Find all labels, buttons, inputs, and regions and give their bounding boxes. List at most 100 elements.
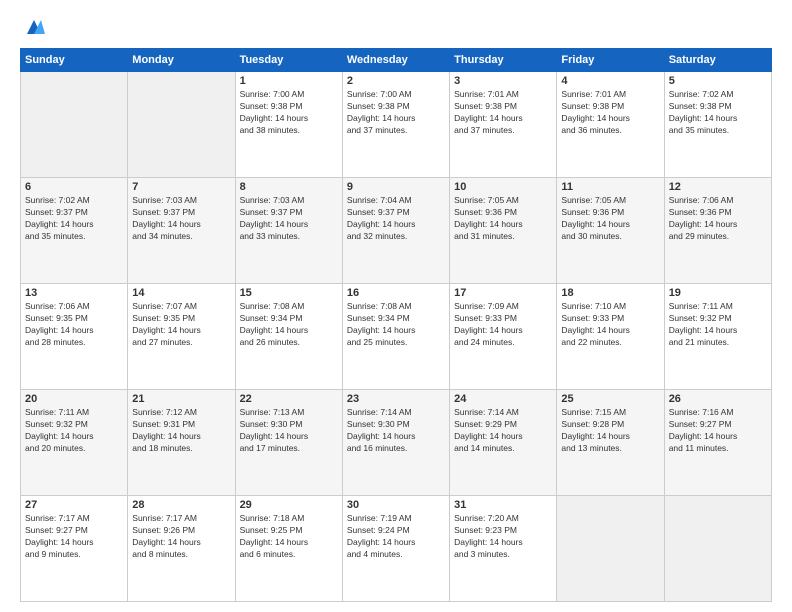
calendar-day-cell: 18 Sunrise: 7:10 AMSunset: 9:33 PMDayligh… xyxy=(557,284,664,390)
calendar-header-row: SundayMondayTuesdayWednesdayThursdayFrid… xyxy=(21,49,772,72)
day-number: 21 xyxy=(132,393,230,405)
day-number: 11 xyxy=(561,181,659,193)
header xyxy=(20,16,772,38)
calendar-day-cell: 12 Sunrise: 7:06 AMSunset: 9:36 PMDayligh… xyxy=(664,178,771,284)
day-info: Sunrise: 7:05 AMSunset: 9:36 PMDaylight:… xyxy=(561,195,659,243)
day-info: Sunrise: 7:04 AMSunset: 9:37 PMDaylight:… xyxy=(347,195,445,243)
day-info: Sunrise: 7:03 AMSunset: 9:37 PMDaylight:… xyxy=(132,195,230,243)
calendar-header-sunday: Sunday xyxy=(21,49,128,72)
day-info: Sunrise: 7:10 AMSunset: 9:33 PMDaylight:… xyxy=(561,301,659,349)
day-number: 7 xyxy=(132,181,230,193)
day-info: Sunrise: 7:11 AMSunset: 9:32 PMDaylight:… xyxy=(669,301,767,349)
calendar-day-cell: 7 Sunrise: 7:03 AMSunset: 9:37 PMDaylight… xyxy=(128,178,235,284)
calendar-week-row: 1 Sunrise: 7:00 AMSunset: 9:38 PMDaylight… xyxy=(21,72,772,178)
day-number: 18 xyxy=(561,287,659,299)
day-info: Sunrise: 7:17 AMSunset: 9:26 PMDaylight:… xyxy=(132,513,230,561)
calendar-day-cell: 14 Sunrise: 7:07 AMSunset: 9:35 PMDayligh… xyxy=(128,284,235,390)
day-info: Sunrise: 7:17 AMSunset: 9:27 PMDaylight:… xyxy=(25,513,123,561)
logo-icon xyxy=(23,16,45,38)
calendar-day-cell xyxy=(557,496,664,602)
calendar-day-cell: 15 Sunrise: 7:08 AMSunset: 9:34 PMDayligh… xyxy=(235,284,342,390)
calendar-day-cell xyxy=(21,72,128,178)
day-number: 26 xyxy=(669,393,767,405)
calendar-day-cell xyxy=(664,496,771,602)
day-info: Sunrise: 7:06 AMSunset: 9:36 PMDaylight:… xyxy=(669,195,767,243)
page: SundayMondayTuesdayWednesdayThursdayFrid… xyxy=(0,0,792,612)
day-number: 28 xyxy=(132,499,230,511)
calendar-day-cell: 5Sunrise: 7:02 AMSunset: 9:38 PMDaylight… xyxy=(664,72,771,178)
calendar-day-cell: 9 Sunrise: 7:04 AMSunset: 9:37 PMDaylight… xyxy=(342,178,449,284)
day-number: 15 xyxy=(240,287,338,299)
day-info: Sunrise: 7:08 AMSunset: 9:34 PMDaylight:… xyxy=(347,301,445,349)
calendar-day-cell: 21 Sunrise: 7:12 AMSunset: 9:31 PMDayligh… xyxy=(128,390,235,496)
calendar-day-cell: 31 Sunrise: 7:20 AMSunset: 9:23 PMDayligh… xyxy=(450,496,557,602)
day-number: 8 xyxy=(240,181,338,193)
calendar-day-cell: 28 Sunrise: 7:17 AMSunset: 9:26 PMDayligh… xyxy=(128,496,235,602)
day-info: Sunrise: 7:11 AMSunset: 9:32 PMDaylight:… xyxy=(25,407,123,455)
calendar-day-cell xyxy=(128,72,235,178)
day-info: Sunrise: 7:16 AMSunset: 9:27 PMDaylight:… xyxy=(669,407,767,455)
calendar-week-row: 27 Sunrise: 7:17 AMSunset: 9:27 PMDayligh… xyxy=(21,496,772,602)
calendar-day-cell: 4 Sunrise: 7:01 AMSunset: 9:38 PMDaylight… xyxy=(557,72,664,178)
day-number: 6 xyxy=(25,181,123,193)
day-number: 2 xyxy=(347,75,445,87)
day-info: Sunrise: 7:19 AMSunset: 9:24 PMDaylight:… xyxy=(347,513,445,561)
day-number: 17 xyxy=(454,287,552,299)
day-number: 3 xyxy=(454,75,552,87)
day-info: Sunrise: 7:08 AMSunset: 9:34 PMDaylight:… xyxy=(240,301,338,349)
calendar-day-cell: 24 Sunrise: 7:14 AMSunset: 9:29 PMDayligh… xyxy=(450,390,557,496)
calendar-day-cell: 11 Sunrise: 7:05 AMSunset: 9:36 PMDayligh… xyxy=(557,178,664,284)
day-info: Sunrise: 7:02 AMSunset: 9:37 PMDaylight:… xyxy=(25,195,123,243)
calendar-day-cell: 17Sunrise: 7:09 AMSunset: 9:33 PMDayligh… xyxy=(450,284,557,390)
calendar: SundayMondayTuesdayWednesdayThursdayFrid… xyxy=(20,48,772,602)
calendar-header-saturday: Saturday xyxy=(664,49,771,72)
calendar-day-cell: 25 Sunrise: 7:15 AMSunset: 9:28 PMDayligh… xyxy=(557,390,664,496)
day-number: 20 xyxy=(25,393,123,405)
day-number: 27 xyxy=(25,499,123,511)
day-number: 24 xyxy=(454,393,552,405)
calendar-day-cell: 16 Sunrise: 7:08 AMSunset: 9:34 PMDayligh… xyxy=(342,284,449,390)
calendar-day-cell: 10 Sunrise: 7:05 AMSunset: 9:36 PMDayligh… xyxy=(450,178,557,284)
day-info: Sunrise: 7:07 AMSunset: 9:35 PMDaylight:… xyxy=(132,301,230,349)
calendar-header-thursday: Thursday xyxy=(450,49,557,72)
day-info: Sunrise: 7:06 AMSunset: 9:35 PMDaylight:… xyxy=(25,301,123,349)
day-number: 1 xyxy=(240,75,338,87)
day-number: 25 xyxy=(561,393,659,405)
day-number: 5 xyxy=(669,75,767,87)
calendar-day-cell: 23 Sunrise: 7:14 AMSunset: 9:30 PMDayligh… xyxy=(342,390,449,496)
day-info: Sunrise: 7:05 AMSunset: 9:36 PMDaylight:… xyxy=(454,195,552,243)
day-info: Sunrise: 7:03 AMSunset: 9:37 PMDaylight:… xyxy=(240,195,338,243)
day-info: Sunrise: 7:20 AMSunset: 9:23 PMDaylight:… xyxy=(454,513,552,561)
calendar-week-row: 13 Sunrise: 7:06 AMSunset: 9:35 PMDayligh… xyxy=(21,284,772,390)
calendar-day-cell: 27 Sunrise: 7:17 AMSunset: 9:27 PMDayligh… xyxy=(21,496,128,602)
day-number: 31 xyxy=(454,499,552,511)
day-number: 4 xyxy=(561,75,659,87)
calendar-day-cell: 1 Sunrise: 7:00 AMSunset: 9:38 PMDaylight… xyxy=(235,72,342,178)
calendar-day-cell: 26 Sunrise: 7:16 AMSunset: 9:27 PMDayligh… xyxy=(664,390,771,496)
day-number: 30 xyxy=(347,499,445,511)
calendar-day-cell: 22Sunrise: 7:13 AMSunset: 9:30 PMDayligh… xyxy=(235,390,342,496)
calendar-header-friday: Friday xyxy=(557,49,664,72)
day-info: Sunrise: 7:14 AMSunset: 9:30 PMDaylight:… xyxy=(347,407,445,455)
day-info: Sunrise: 7:00 AMSunset: 9:38 PMDaylight:… xyxy=(240,89,338,137)
day-info: Sunrise: 7:12 AMSunset: 9:31 PMDaylight:… xyxy=(132,407,230,455)
calendar-week-row: 6 Sunrise: 7:02 AMSunset: 9:37 PMDaylight… xyxy=(21,178,772,284)
day-info: Sunrise: 7:14 AMSunset: 9:29 PMDaylight:… xyxy=(454,407,552,455)
calendar-day-cell: 13 Sunrise: 7:06 AMSunset: 9:35 PMDayligh… xyxy=(21,284,128,390)
day-number: 14 xyxy=(132,287,230,299)
calendar-header-wednesday: Wednesday xyxy=(342,49,449,72)
day-number: 19 xyxy=(669,287,767,299)
day-info: Sunrise: 7:01 AMSunset: 9:38 PMDaylight:… xyxy=(561,89,659,137)
day-number: 23 xyxy=(347,393,445,405)
calendar-day-cell: 20 Sunrise: 7:11 AMSunset: 9:32 PMDayligh… xyxy=(21,390,128,496)
day-number: 16 xyxy=(347,287,445,299)
day-number: 12 xyxy=(669,181,767,193)
day-number: 29 xyxy=(240,499,338,511)
day-number: 10 xyxy=(454,181,552,193)
day-info: Sunrise: 7:15 AMSunset: 9:28 PMDaylight:… xyxy=(561,407,659,455)
logo xyxy=(20,16,45,38)
calendar-day-cell: 29Sunrise: 7:18 AMSunset: 9:25 PMDayligh… xyxy=(235,496,342,602)
day-number: 9 xyxy=(347,181,445,193)
calendar-day-cell: 6 Sunrise: 7:02 AMSunset: 9:37 PMDaylight… xyxy=(21,178,128,284)
day-number: 13 xyxy=(25,287,123,299)
